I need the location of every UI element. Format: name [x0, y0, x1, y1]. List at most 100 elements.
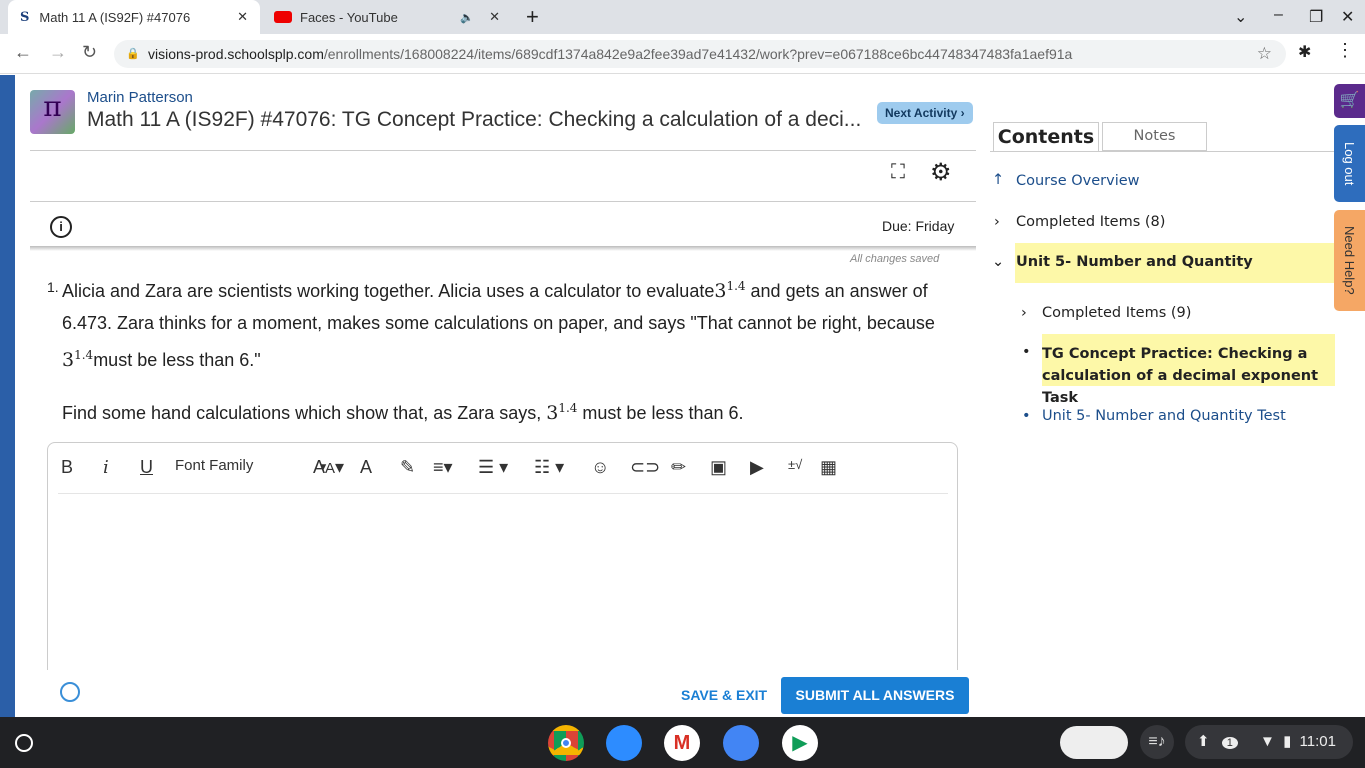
upload-icon: ⬆: [1197, 733, 1210, 750]
math-exponent: 1.4: [74, 348, 94, 362]
divider: [990, 151, 1335, 152]
back-icon[interactable]: ←: [14, 42, 32, 63]
close-icon[interactable]: ✕: [489, 9, 500, 25]
lock-icon: 🔒: [126, 48, 140, 60]
extensions-icon[interactable]: ✱: [1298, 42, 1311, 62]
cart-button[interactable]: 🛒: [1334, 84, 1365, 118]
table-icon[interactable]: ▦: [820, 457, 837, 478]
video-icon[interactable]: ▶: [750, 457, 764, 478]
text-color-icon[interactable]: A: [360, 457, 372, 478]
unit-toggle[interactable]: Unit 5- Number and Quantity: [1016, 254, 1253, 270]
pencil-icon[interactable]: ✏: [671, 457, 686, 478]
arrow-up-icon: ↑: [992, 172, 1005, 188]
close-window-button[interactable]: ✕: [1341, 7, 1354, 27]
font-family-select[interactable]: Font Family ▼: [175, 457, 328, 474]
link-icon[interactable]: ⊂⊃: [630, 457, 660, 478]
launcher-icon[interactable]: [15, 734, 33, 752]
play-store-icon[interactable]: ▶: [782, 725, 818, 761]
page-title: Math 11 A (IS92F) #47076: TG Concept Pra…: [87, 108, 862, 131]
tab-notes[interactable]: Notes: [1102, 122, 1207, 151]
media-controls-icon[interactable]: ≡♪: [1140, 725, 1174, 759]
info-icon[interactable]: i: [50, 216, 72, 238]
notification-count: 1: [1221, 737, 1238, 749]
gear-icon[interactable]: ⚙: [930, 158, 952, 187]
text: Alicia and Zara are scientists working t…: [62, 281, 715, 301]
tab-title: Math 11 A (IS92F) #47076: [39, 9, 191, 25]
tab-youtube[interactable]: Faces - YouTube 🔈 ✕: [262, 0, 512, 34]
help-label: Need Help?: [1342, 226, 1357, 295]
math-base: 3: [62, 349, 75, 371]
answer-editor[interactable]: B i U Font Family ▼ AA▾ A ✎ ≡▾ ☰ ▾ ☷ ▾ ☺ …: [47, 442, 958, 682]
chevron-right-icon[interactable]: ›: [994, 214, 1000, 230]
divider: [30, 201, 976, 202]
bullet: •: [1022, 408, 1031, 424]
fullscreen-icon[interactable]: ⛶: [891, 161, 905, 184]
question-text: Alicia and Zara are scientists working t…: [62, 270, 962, 376]
schoology-icon: S: [20, 9, 30, 25]
bookmark-star-icon[interactable]: ☆: [1257, 40, 1272, 68]
unit-test-link[interactable]: Unit 5- Number and Quantity Test: [1042, 408, 1286, 424]
emoji-icon[interactable]: ☺: [591, 457, 609, 478]
tray-thumbnail[interactable]: [1060, 726, 1128, 759]
underline-button[interactable]: U: [140, 457, 153, 478]
need-help-button[interactable]: Need Help?: [1334, 210, 1365, 311]
bold-button[interactable]: B: [61, 457, 73, 478]
italic-button[interactable]: i: [103, 457, 109, 478]
question-number: 1.: [47, 279, 59, 295]
new-tab-button[interactable]: +: [526, 4, 539, 30]
divider: [58, 493, 948, 494]
course-overview-link[interactable]: Course Overview: [1016, 173, 1140, 189]
math-base: 3: [546, 402, 559, 424]
docs-icon[interactable]: [723, 725, 759, 761]
image-icon[interactable]: ▣: [710, 457, 727, 478]
tab-search-icon[interactable]: ⌄: [1234, 7, 1247, 27]
youtube-icon: [274, 11, 292, 23]
menu-icon[interactable]: ⋮: [1336, 40, 1354, 61]
math-icon[interactable]: ±√: [788, 457, 802, 472]
current-item[interactable]: TG Concept Practice: Checking a calculat…: [1042, 334, 1335, 406]
clock-icon[interactable]: [60, 682, 80, 702]
reload-icon[interactable]: ↻: [82, 42, 97, 63]
student-name: Marin Patterson: [87, 89, 193, 106]
forward-icon[interactable]: →: [49, 42, 67, 63]
math-exponent: 1.4: [726, 279, 746, 293]
logout-button[interactable]: Log out: [1334, 125, 1365, 202]
close-icon[interactable]: ✕: [237, 9, 248, 25]
chevron-right-icon[interactable]: ›: [1021, 305, 1027, 321]
next-activity-button[interactable]: Next Activity ›: [877, 102, 973, 124]
text: must be less than 6.: [577, 403, 744, 423]
battery-icon: ▮: [1283, 733, 1292, 750]
font-size-button[interactable]: AA▾: [313, 457, 344, 478]
zoom-icon[interactable]: [606, 725, 642, 761]
save-status: All changes saved: [850, 253, 940, 265]
submit-button[interactable]: SUBMIT ALL ANSWERS: [781, 677, 969, 714]
highlight-icon[interactable]: ✎: [400, 457, 415, 478]
ordered-list-icon[interactable]: ☰ ▾: [478, 457, 508, 478]
math-exponent: 1.4: [558, 401, 578, 415]
gmail-icon[interactable]: M: [664, 725, 700, 761]
tab-math[interactable]: S Math 11 A (IS92F) #47076 ✕: [8, 0, 260, 34]
address-bar[interactable]: 🔒 visions-prod.schoolsplp.com/enrollment…: [114, 40, 1286, 68]
audio-icon[interactable]: 🔈: [460, 11, 474, 24]
save-exit-button[interactable]: SAVE & EXIT: [681, 687, 767, 703]
tab-strip: S Math 11 A (IS92F) #47076 ✕ Faces - You…: [0, 0, 1365, 34]
logout-label: Log out: [1342, 141, 1357, 186]
bullet-list-icon[interactable]: ☷ ▾: [534, 457, 564, 478]
chrome-icon[interactable]: [548, 725, 584, 761]
wifi-icon: ▼: [1260, 733, 1275, 750]
clock: 11:01: [1299, 733, 1336, 750]
completed-items-toggle[interactable]: Completed Items (8): [1016, 214, 1165, 230]
text: must be less than 6.": [93, 350, 261, 370]
status-area[interactable]: ⬆ 1 ▼ ▮ 11:01: [1185, 725, 1353, 759]
minimize-button[interactable]: –: [1274, 6, 1283, 24]
completed-items-toggle[interactable]: Completed Items (9): [1042, 305, 1191, 321]
maximize-button[interactable]: ❐: [1309, 7, 1323, 27]
contents-sidebar: Contents Notes ↑ Course Overview › Compl…: [990, 122, 1335, 442]
chevron-down-icon[interactable]: ⌄: [992, 254, 1004, 270]
tab-title: Faces - YouTube: [300, 9, 398, 25]
course-logo: π: [30, 90, 75, 134]
left-accent-bar: [0, 75, 15, 717]
align-icon[interactable]: ≡▾: [433, 457, 453, 478]
tab-contents[interactable]: Contents: [993, 122, 1099, 152]
due-date: Due: Friday: [882, 218, 955, 234]
